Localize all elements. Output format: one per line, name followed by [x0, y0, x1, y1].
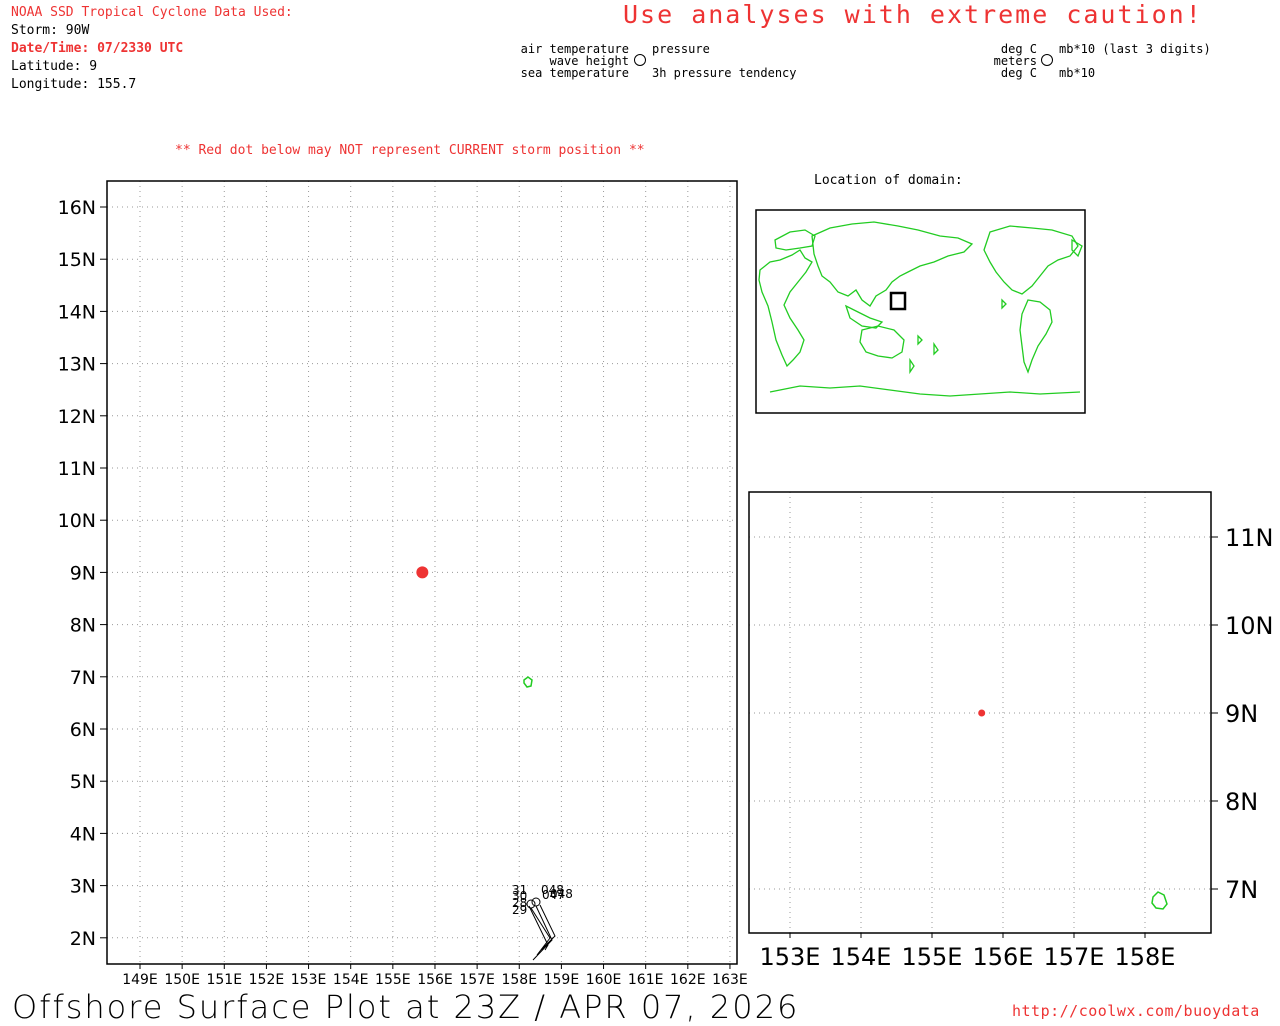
main-lat-label: 10N [58, 510, 96, 532]
source-url-link[interactable]: http://coolwx.com/buoydata [1012, 1002, 1260, 1020]
main-lat-label: 12N [58, 406, 96, 428]
main-lon-label: 150E [164, 972, 200, 988]
main-lat-label: 8N [70, 615, 96, 637]
buoy-label: 048 [550, 887, 573, 901]
main-map-lat-labels: 16N 15N 14N 13N 12N 11N 10N 9N 8N 7N 6N 5N 4N 3N 2N [58, 197, 107, 950]
locator-title: Location of domain: [814, 173, 963, 188]
zoom-map-island [1151, 891, 1168, 910]
main-lon-label: 152E [249, 972, 285, 988]
zoom-lon-label: 158E [1115, 943, 1176, 971]
main-lon-label: 156E [417, 972, 453, 988]
buoy-station-cluster: 31 048 30 047 28 048 29 [512, 883, 573, 961]
main-lon-label: 149E [122, 972, 158, 988]
zoom-lon-label: 157E [1044, 943, 1105, 971]
zoom-lon-label: 154E [831, 943, 892, 971]
main-lat-label: 9N [70, 562, 96, 584]
zoom-lat-label: 9N [1225, 700, 1258, 728]
buoy-label: 29 [512, 903, 527, 917]
main-lat-label: 4N [70, 823, 96, 845]
main-lon-label: 163E [712, 972, 748, 988]
main-map-lon-labels: 149E 150E 151E 152E 153E 154E 155E 156E 157E 158E… [122, 964, 748, 988]
storm-position-dot [416, 566, 429, 579]
main-lat-label: 15N [58, 249, 96, 271]
zoom-lat-label: 10N [1225, 612, 1274, 640]
main-lat-label: 7N [70, 667, 96, 689]
main-lon-label: 160E [586, 972, 622, 988]
zoom-lon-label: 155E [902, 943, 963, 971]
zoom-lat-label: 7N [1225, 876, 1258, 904]
locator-map-frame [755, 209, 1086, 414]
zoom-lat-label: 11N [1225, 524, 1274, 552]
main-lon-label: 151E [206, 972, 242, 988]
main-lon-label: 162E [670, 972, 706, 988]
main-lat-label: 3N [70, 876, 96, 898]
main-map: 16N 15N 14N 13N 12N 11N 10N 9N 8N 7N 6N 5N 4N 3N 2N 14… [58, 180, 1274, 988]
main-lat-label: 2N [70, 928, 96, 950]
main-lon-label: 161E [628, 972, 664, 988]
main-lon-label: 154E [333, 972, 369, 988]
main-lat-label: 14N [58, 301, 96, 323]
buoy-wind-barbs [528, 904, 556, 961]
buoy-station-icon [531, 897, 541, 907]
zoom-map-lat-labels: 11N 10N 9N 8N 7N [1211, 524, 1274, 904]
main-lon-label: 155E [375, 972, 411, 988]
zoom-lat-label: 8N [1225, 788, 1258, 816]
zoom-map-lon-labels: 153E 154E 155E 156E 157E 158E [760, 933, 1176, 971]
zoom-lon-label: 156E [973, 943, 1034, 971]
main-lon-label: 158E [501, 972, 537, 988]
plot-title: Offshore Surface Plot at 23Z / APR 07, 2… [12, 988, 800, 1026]
buoy-station-icon [526, 899, 536, 909]
main-lat-label: 6N [70, 719, 96, 741]
main-lon-label: 159E [544, 972, 580, 988]
main-lon-label: 157E [459, 972, 495, 988]
main-lon-label: 153E [291, 972, 327, 988]
main-map-island [523, 676, 533, 688]
main-lat-label: 16N [58, 197, 96, 219]
main-lat-label: 5N [70, 771, 96, 793]
zoom-storm-position-dot [978, 709, 986, 717]
zoom-lon-label: 153E [760, 943, 821, 971]
main-lat-label: 13N [58, 354, 96, 376]
main-lat-label: 11N [58, 458, 96, 480]
